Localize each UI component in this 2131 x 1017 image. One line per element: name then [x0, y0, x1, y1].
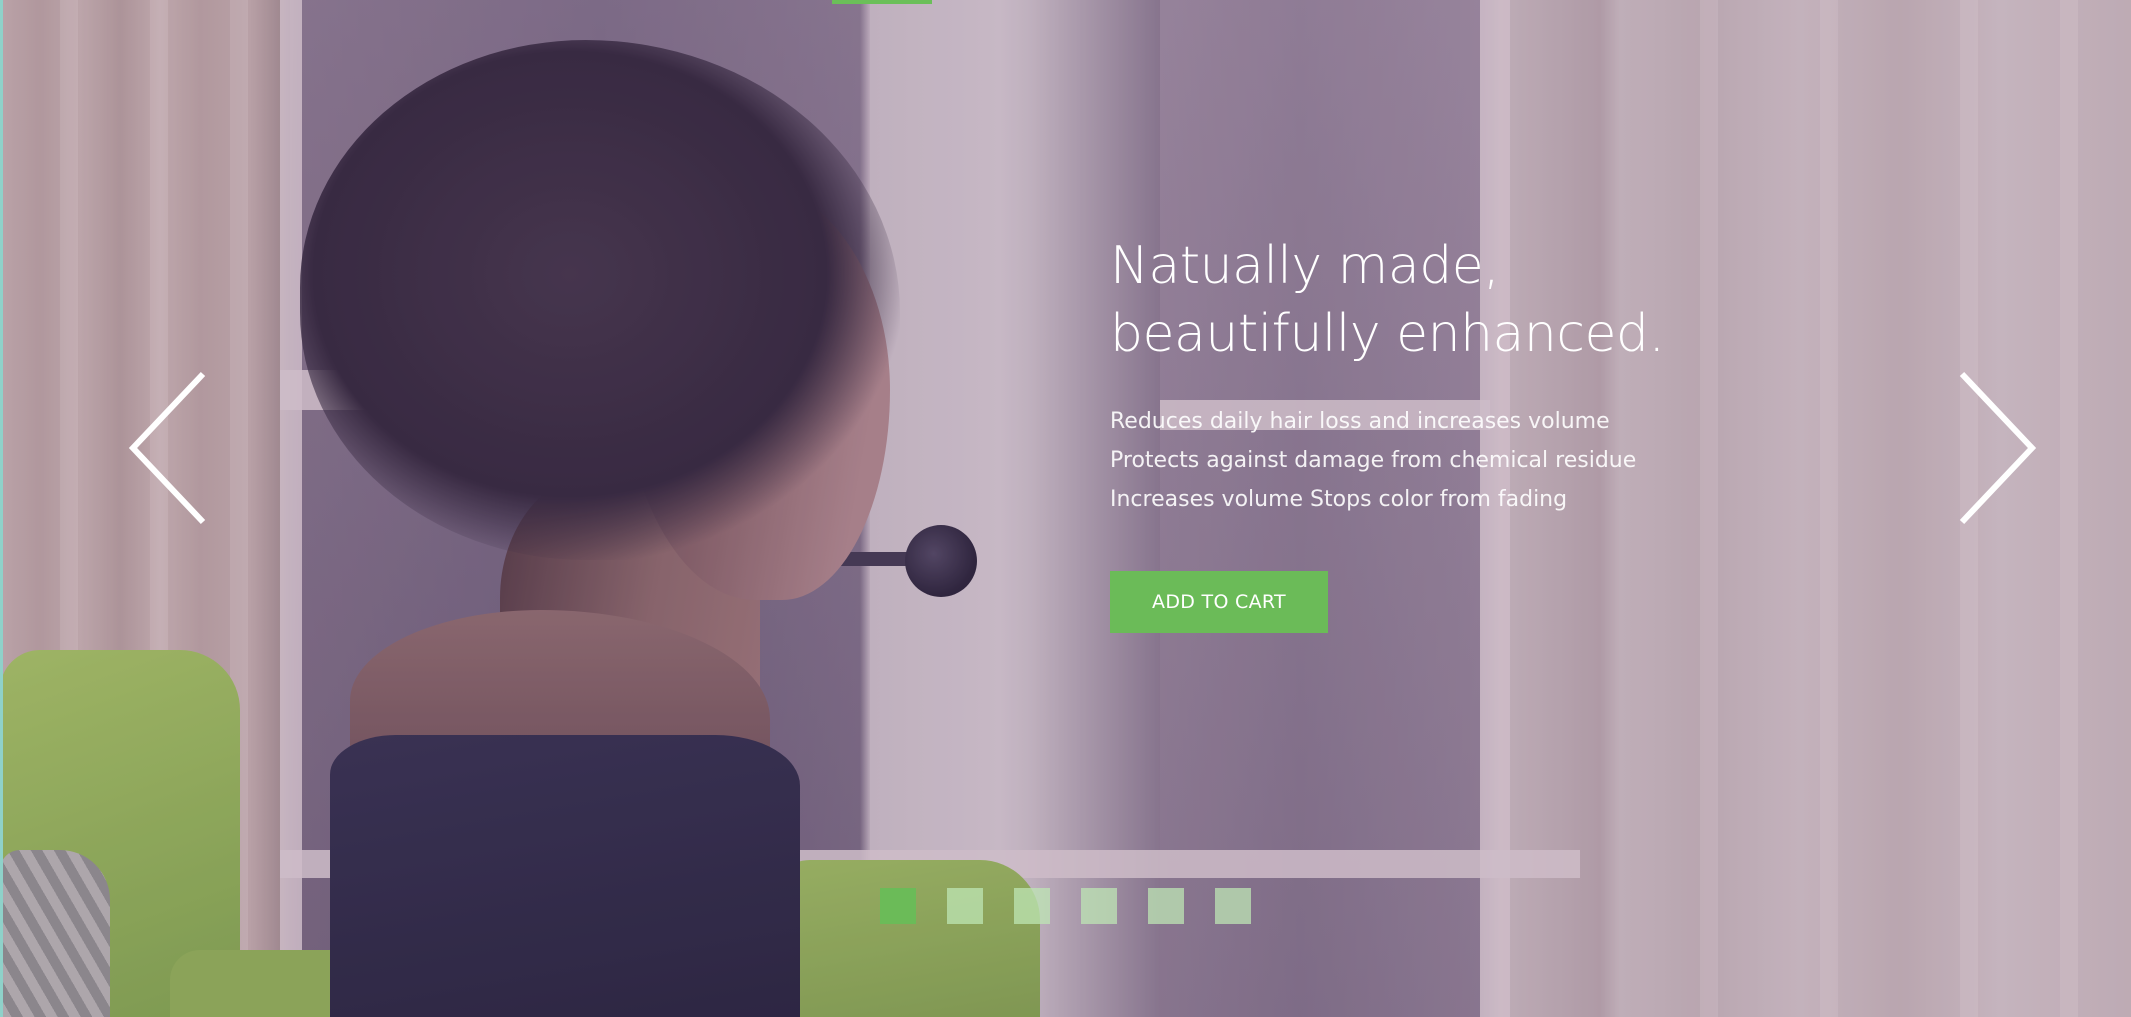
chevron-left-icon [128, 371, 206, 525]
carousel-dot-1[interactable] [880, 888, 916, 924]
top-accent-bar [832, 0, 932, 4]
headline-line: Natually made, [1110, 236, 1500, 296]
carousel-dot-2[interactable] [947, 888, 983, 924]
carousel-dot-6[interactable] [1215, 888, 1251, 924]
carousel-pagination [880, 888, 1251, 924]
carousel-dot-4[interactable] [1081, 888, 1117, 924]
carousel-dot-5[interactable] [1148, 888, 1184, 924]
next-slide-button[interactable] [1950, 368, 2040, 528]
feature-item: Protects against damage from chemical re… [1110, 448, 1637, 473]
previous-slide-button[interactable] [125, 368, 215, 528]
color-overlay [0, 0, 2131, 1017]
headline-line: beautifully enhanced. [1110, 304, 1665, 364]
feature-item: Increases volume Stops color from fading [1110, 487, 1568, 512]
hero-headline: Natually made, beautifully enhanced. [1110, 232, 1810, 368]
add-to-cart-button[interactable]: ADD TO CART [1110, 571, 1328, 633]
feature-item: Reduces daily hair loss and increases vo… [1110, 409, 1610, 434]
feature-list: Reduces daily hair loss and increases vo… [1110, 402, 1730, 519]
carousel-dot-3[interactable] [1014, 888, 1050, 924]
chevron-right-icon [1959, 371, 2037, 525]
hero-slide-background [0, 0, 2131, 1017]
page-edge [0, 0, 3, 1017]
